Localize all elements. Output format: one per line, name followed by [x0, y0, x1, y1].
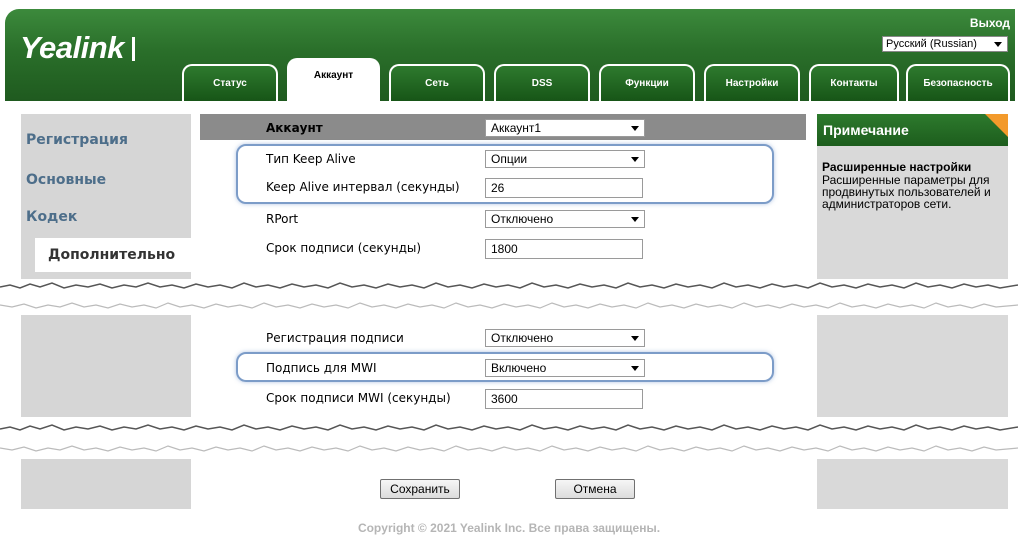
- account-label: Аккаунт: [266, 121, 323, 135]
- sidebar-item-registration[interactable]: Регистрация: [26, 132, 128, 148]
- tab-features[interactable]: Функции: [599, 64, 695, 101]
- sub-registration-select[interactable]: Отключено: [485, 329, 645, 347]
- note-title: Примечание: [823, 122, 909, 138]
- account-select-value: Аккаунт1: [491, 121, 542, 135]
- note-header: Примечание: [817, 114, 1008, 146]
- language-select[interactable]: Русский (Russian): [882, 36, 1008, 52]
- rport-label: RPort: [266, 212, 299, 226]
- tab-security[interactable]: Безопасность: [906, 64, 1010, 101]
- note-panel-bottom: [817, 459, 1008, 509]
- keepalive-highlight: [236, 144, 774, 204]
- logout-link[interactable]: Выход: [970, 16, 1010, 30]
- tab-status[interactable]: Статус: [182, 64, 278, 101]
- chevron-down-icon: [631, 217, 639, 222]
- tab-settings[interactable]: Настройки: [704, 64, 800, 101]
- language-select-value: Русский (Russian): [886, 38, 977, 50]
- rport-value: Отключено: [491, 212, 554, 226]
- sub-registration-label: Регистрация подписи: [266, 331, 404, 345]
- tab-account[interactable]: Аккаунт: [287, 58, 380, 101]
- sidebar-item-basic[interactable]: Основные: [26, 172, 106, 188]
- mwi-expiry-label: Срок подписи MWI (секунды): [266, 391, 451, 405]
- cancel-button[interactable]: Отмена: [555, 479, 635, 499]
- tab-contacts[interactable]: Контакты: [809, 64, 899, 101]
- chevron-down-icon: [631, 336, 639, 341]
- torn-edge-separator: [0, 279, 1018, 315]
- account-select[interactable]: Аккаунт1: [485, 119, 645, 137]
- chevron-down-icon: [631, 126, 639, 131]
- sub-registration-value: Отключено: [491, 331, 554, 345]
- mwi-highlight: [236, 352, 774, 382]
- sub-expiry-label: Срок подписи (секунды): [266, 241, 422, 255]
- mwi-expiry-input[interactable]: 3600: [485, 389, 643, 409]
- yealink-logo: Yealink: [20, 30, 124, 65]
- note-text: Расширенные параметры для продвинутых по…: [822, 173, 991, 211]
- rport-select[interactable]: Отключено: [485, 210, 645, 228]
- sidebar-item-codec[interactable]: Кодек: [26, 209, 77, 225]
- sub-expiry-input[interactable]: 1800: [485, 239, 643, 259]
- note-corner-icon: [985, 114, 1008, 137]
- note-heading: Расширенные настройки: [822, 160, 972, 174]
- tab-dss[interactable]: DSS: [494, 64, 590, 101]
- copyright-text: Copyright © 2021 Yealink Inc. Все права …: [357, 521, 661, 535]
- note-panel-mid: [817, 315, 1008, 417]
- tab-network[interactable]: Сеть: [389, 64, 485, 101]
- save-button[interactable]: Сохранить: [380, 479, 460, 499]
- sidebar-item-advanced[interactable]: Дополнительно: [35, 238, 195, 272]
- sidebar-item-advanced-label: Дополнительно: [48, 247, 176, 263]
- logo-divider: [132, 37, 135, 61]
- torn-edge-separator: [0, 417, 1018, 459]
- chevron-down-icon: [994, 42, 1002, 47]
